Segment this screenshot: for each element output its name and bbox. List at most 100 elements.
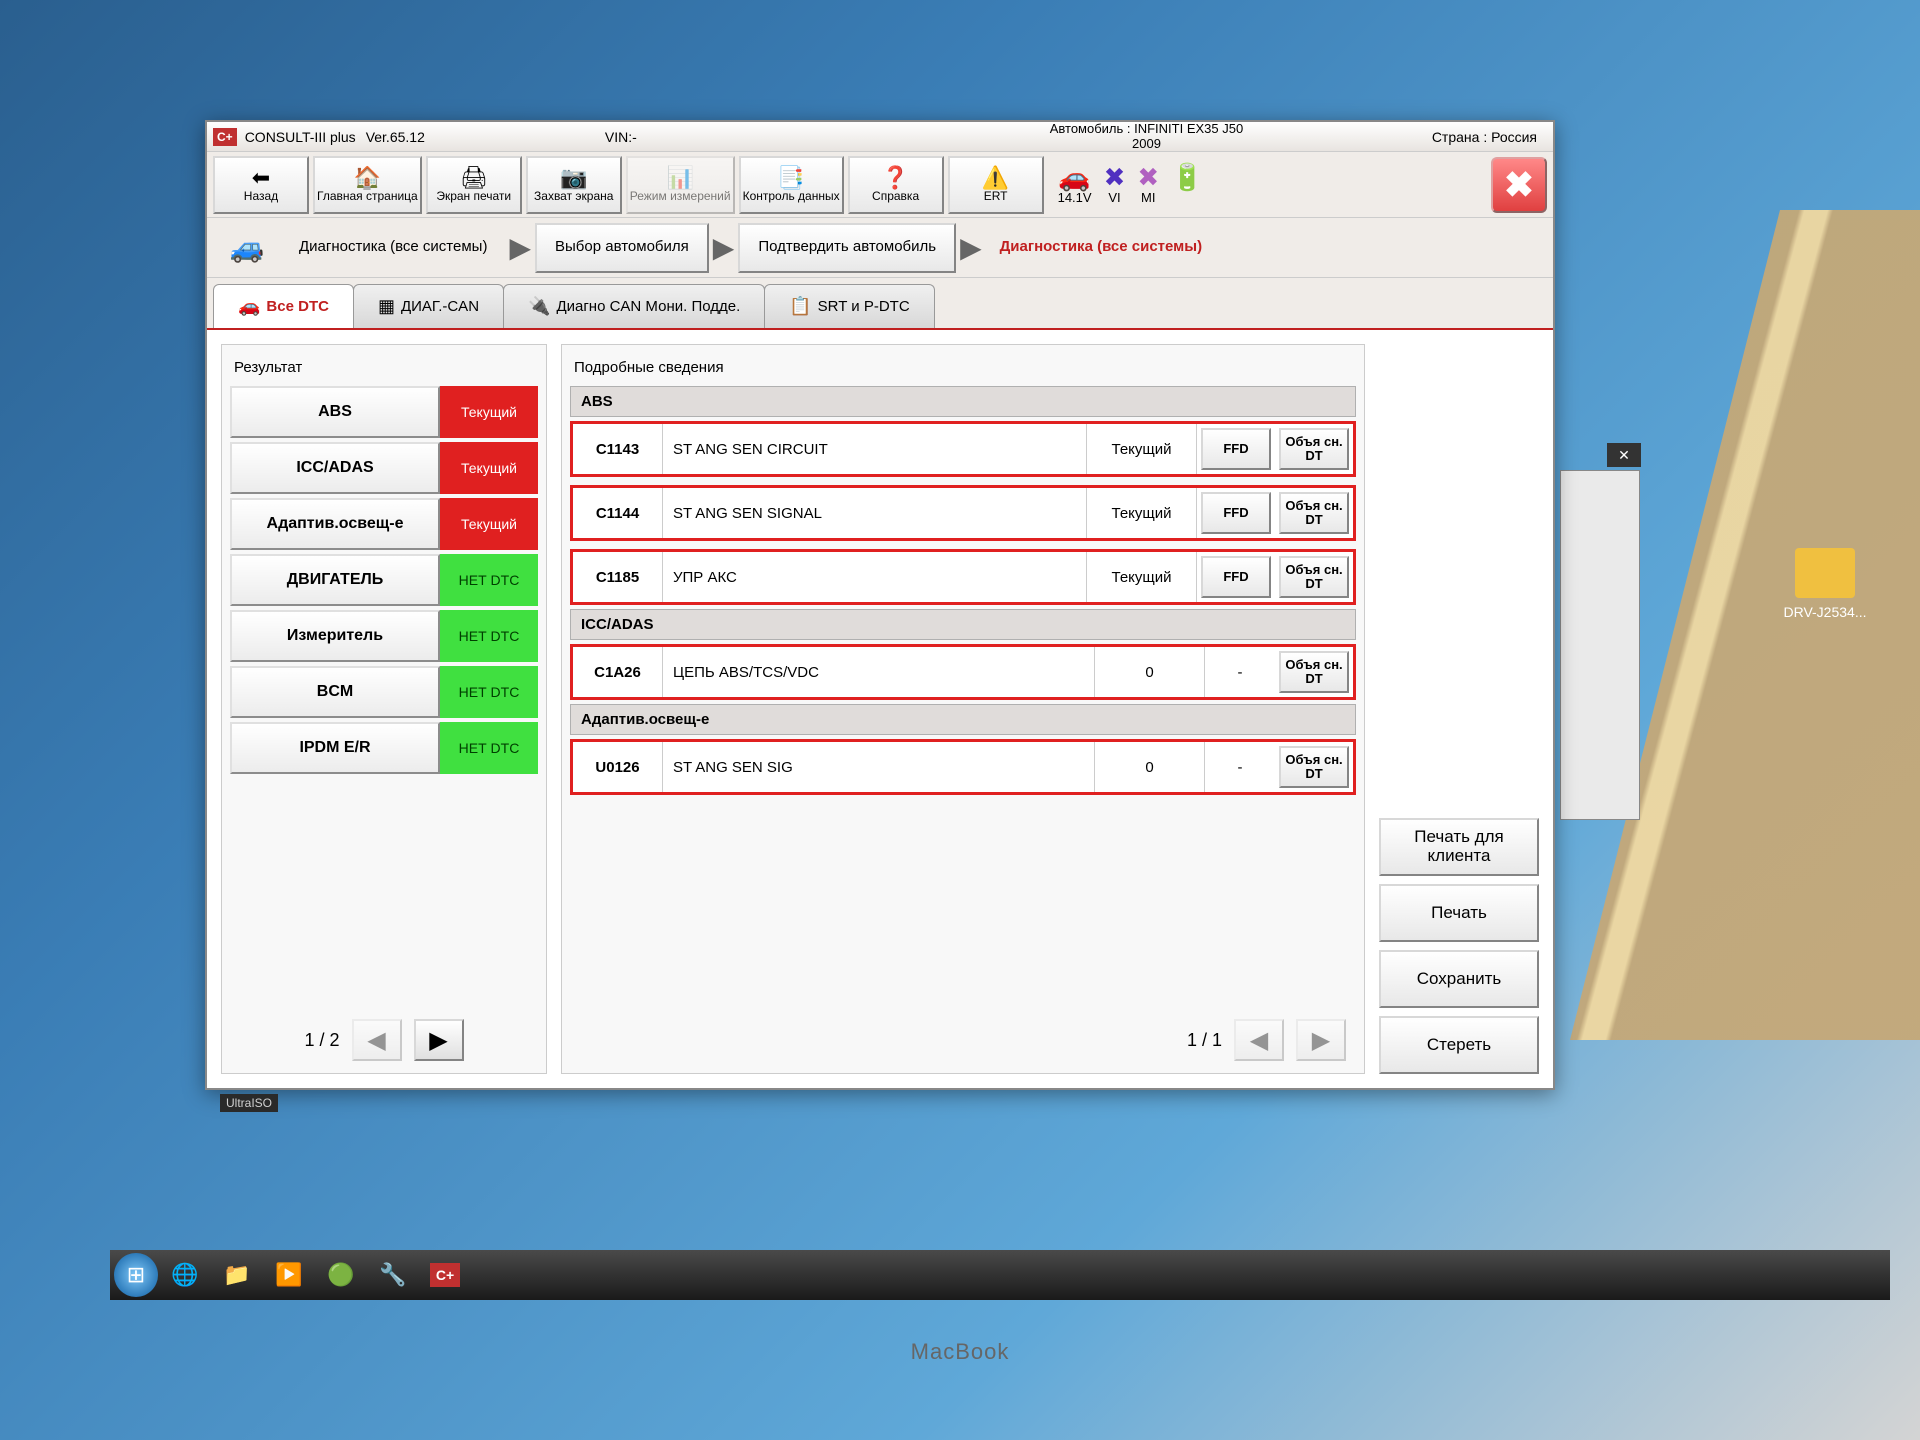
- result-status: Текущий: [440, 498, 538, 550]
- chevron-left-icon: ◀: [367, 1026, 385, 1055]
- dtc-description: ST ANG SEN CIRCUIT: [663, 424, 1087, 474]
- result-status: НЕТ DTC: [440, 666, 538, 718]
- desktop-folder-label: DRV-J2534...: [1780, 604, 1870, 620]
- folder-icon: [1795, 548, 1855, 598]
- result-status: НЕТ DTC: [440, 554, 538, 606]
- taskbar-media[interactable]: ▶️: [264, 1255, 314, 1295]
- result-row[interactable]: IPDM E/RНЕТ DTC: [230, 722, 538, 774]
- windows-icon: ⊞: [127, 1262, 145, 1288]
- camera-icon: 📷: [560, 167, 587, 189]
- result-row[interactable]: ICC/ADASТекущий: [230, 442, 538, 494]
- x-icon: ✖: [1137, 164, 1159, 190]
- dtc-explain-button[interactable]: Объя сн. DT: [1279, 492, 1349, 534]
- result-row[interactable]: ДВИГАТЕЛЬНЕТ DTC: [230, 554, 538, 606]
- close-button[interactable]: ✖: [1491, 157, 1547, 213]
- list-icon: 📋: [789, 296, 811, 317]
- vehicle-label: Автомобиль : INFINITI EX35 J50 2009: [966, 122, 1327, 151]
- result-panel: Результат ABSТекущийICC/ADASТекущийАдапт…: [221, 344, 547, 1074]
- taskbar-chrome[interactable]: 🟢: [316, 1255, 366, 1295]
- car-icon: 🚗: [1058, 164, 1090, 190]
- help-button[interactable]: ❓Справка: [848, 156, 944, 214]
- dtc-description: ST ANG SEN SIGNAL: [663, 488, 1087, 538]
- breadcrumb-step-3[interactable]: Подтвердить автомобиль: [738, 223, 956, 273]
- print-button[interactable]: Печать: [1379, 884, 1539, 942]
- taskbar-ie[interactable]: 🌐: [160, 1255, 210, 1295]
- dtc-group-header: ABS: [570, 386, 1356, 417]
- background-window-close[interactable]: ✕: [1607, 443, 1641, 467]
- detail-panel: Подробные сведения ABSC1143ST ANG SEN CI…: [561, 344, 1365, 1074]
- tab-bar: 🚗Все DTC ▦ДИАГ.-CAN 🔌Диагно CAN Мони. По…: [207, 278, 1553, 328]
- close-icon: ✖: [1504, 164, 1534, 206]
- taskbar-consult[interactable]: C+: [420, 1255, 470, 1295]
- breadcrumb-step-2[interactable]: Выбор автомобиля: [535, 223, 709, 273]
- vin-label: VIN:-: [425, 129, 966, 145]
- detail-page-label: 1 / 1: [1187, 1030, 1222, 1051]
- dtc-status: 0: [1095, 647, 1205, 697]
- dtc-explain-button[interactable]: Объя сн. DT: [1279, 428, 1349, 470]
- app-name: CONSULT-III plus: [245, 129, 356, 145]
- result-next-button[interactable]: ▶: [414, 1019, 464, 1061]
- chevron-right-icon: ▶: [429, 1026, 447, 1055]
- rec-data-button[interactable]: 📑Контроль данных: [739, 156, 844, 214]
- print-client-button[interactable]: Печать для клиента: [1379, 818, 1539, 876]
- diagnostic-icon: 🚙: [217, 228, 277, 268]
- dtc-description: ST ANG SEN SIG: [663, 742, 1095, 792]
- dtc-explain-button[interactable]: Объя сн. DT: [1279, 556, 1349, 598]
- ert-button[interactable]: ⚠️ERT: [948, 156, 1044, 214]
- vi-status: ✖VI: [1104, 164, 1126, 205]
- dtc-explain-button[interactable]: Объя сн. DT: [1279, 746, 1349, 788]
- taskbar-explorer[interactable]: 📁: [212, 1255, 262, 1295]
- dtc-status: Текущий: [1087, 552, 1197, 602]
- dtc-ffd-button[interactable]: FFD: [1201, 428, 1271, 470]
- tab-diag-can[interactable]: ▦ДИАГ.-CAN: [353, 284, 504, 328]
- battery-icon: 🔋: [1171, 164, 1203, 190]
- taskbar-tools[interactable]: 🔧: [368, 1255, 418, 1295]
- dtc-row: C1144ST ANG SEN SIGNALТекущийFFDОбъя сн.…: [570, 485, 1356, 541]
- taskbar: ⊞ 🌐 📁 ▶️ 🟢 🔧 C+: [110, 1250, 1890, 1300]
- desktop-folder-drv[interactable]: DRV-J2534...: [1780, 548, 1870, 620]
- result-row[interactable]: BCMНЕТ DTC: [230, 666, 538, 718]
- country-label: Страна : Россия: [1327, 129, 1547, 145]
- warning-icon: ⚠️: [982, 167, 1009, 189]
- dtc-ffd-button[interactable]: FFD: [1201, 492, 1271, 534]
- result-name: BCM: [230, 666, 440, 718]
- title-bar: C+ CONSULT-III plus Ver.65.12 VIN:- Авто…: [207, 122, 1553, 152]
- content-area: Результат ABSТекущийICC/ADASТекущийАдапт…: [207, 328, 1553, 1088]
- background-window-fragment: ✕: [1560, 470, 1640, 820]
- result-row[interactable]: ИзмерительНЕТ DTC: [230, 610, 538, 662]
- dtc-code: U0126: [573, 742, 663, 792]
- result-row[interactable]: ABSТекущий: [230, 386, 538, 438]
- result-row[interactable]: Адаптив.освещ-еТекущий: [230, 498, 538, 550]
- erase-button[interactable]: Стереть: [1379, 1016, 1539, 1074]
- dtc-row: C1A26ЦЕПЬ ABS/TCS/VDC0-Объя сн. DT: [570, 644, 1356, 700]
- result-pager: 1 / 2 ◀ ▶: [230, 1015, 538, 1065]
- dtc-code: C1143: [573, 424, 663, 474]
- dtc-description: ЦЕПЬ ABS/TCS/VDC: [663, 647, 1095, 697]
- save-button[interactable]: Сохранить: [1379, 950, 1539, 1008]
- action-column: Печать для клиента Печать Сохранить Стер…: [1379, 344, 1539, 1074]
- result-name: ДВИГАТЕЛЬ: [230, 554, 440, 606]
- chevron-right-icon: ▶: [1312, 1026, 1330, 1055]
- breadcrumb-step-current: Диагностика (все системы): [986, 239, 1216, 256]
- result-name: Адаптив.освещ-е: [230, 498, 440, 550]
- dtc-explain-button[interactable]: Объя сн. DT: [1279, 651, 1349, 693]
- dtc-ffd-button[interactable]: FFD: [1201, 556, 1271, 598]
- dtc-code: C1A26: [573, 647, 663, 697]
- start-button[interactable]: ⊞: [114, 1253, 158, 1297]
- capture-button[interactable]: 📷Захват экрана: [526, 156, 622, 214]
- measure-mode-button: 📊Режим измерений: [626, 156, 735, 214]
- app-badge-icon: C+: [213, 128, 237, 146]
- tab-all-dtc[interactable]: 🚗Все DTC: [213, 284, 354, 328]
- tab-srt-pdtc[interactable]: 📋SRT и P-DTC: [764, 284, 934, 328]
- back-button[interactable]: ⬅Назад: [213, 156, 309, 214]
- home-button[interactable]: 🏠Главная страница: [313, 156, 422, 214]
- dtc-ffd-na: -: [1205, 742, 1275, 792]
- dtc-code: C1144: [573, 488, 663, 538]
- voltage-status: 🚗14.1V: [1058, 164, 1092, 205]
- result-list: ABSТекущийICC/ADASТекущийАдаптив.освещ-е…: [230, 386, 538, 1015]
- chevron-left-icon: ◀: [1250, 1026, 1268, 1055]
- print-screen-button[interactable]: 🖨Экран печати: [426, 156, 522, 214]
- tab-diag-can-monitor[interactable]: 🔌Диагно CAN Мони. Подде.: [503, 284, 765, 328]
- result-panel-title: Результат: [230, 353, 538, 386]
- chevron-right-icon: ▶: [713, 231, 735, 264]
